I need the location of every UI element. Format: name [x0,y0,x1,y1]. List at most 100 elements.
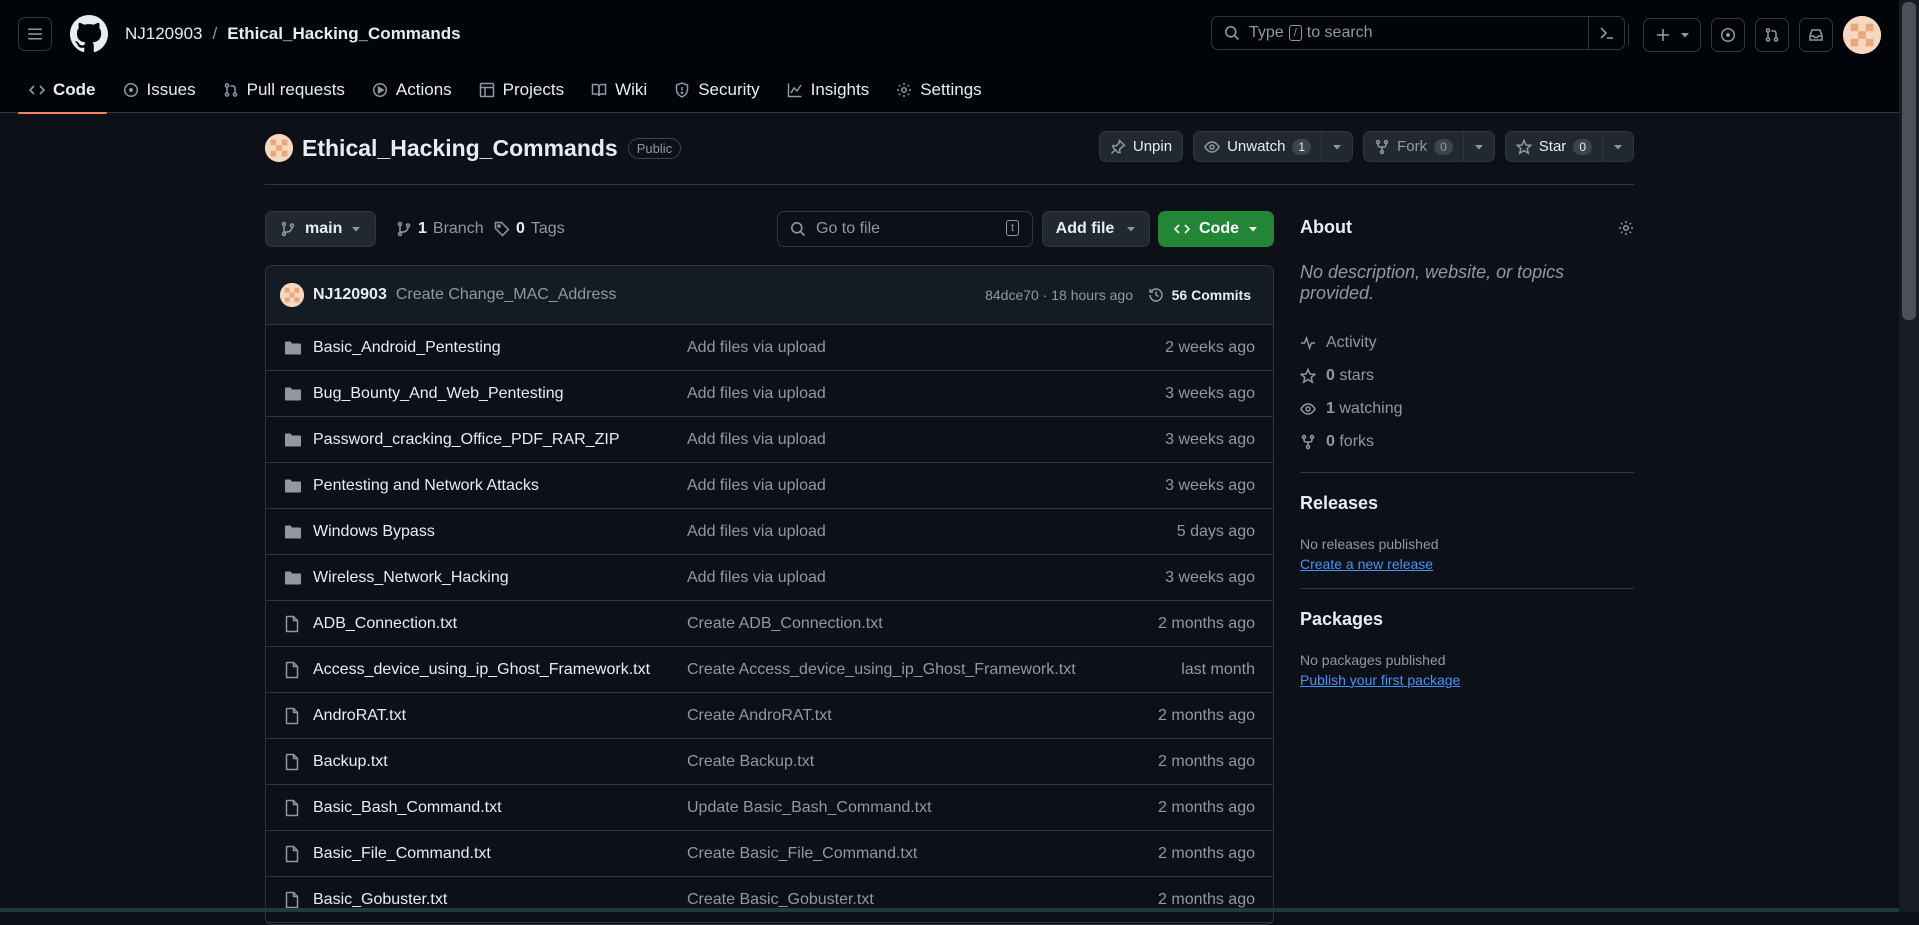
github-logo-icon[interactable] [70,15,108,53]
tab-settings[interactable]: Settings [885,66,992,113]
file-name-link[interactable]: Pentesting and Network Attacks [313,477,539,495]
branch-selector[interactable]: main [265,211,376,247]
file-commit-link[interactable]: Create Basic_Gobuster.txt [687,891,874,909]
tab-wiki[interactable]: Wiki [580,66,658,113]
tab-projects[interactable]: Projects [468,66,575,113]
publish-package-link[interactable]: Publish your first package [1300,672,1460,688]
table-row[interactable]: AndroRAT.txt Create AndroRAT.txt 2 months … [266,693,1273,739]
eye-icon [1300,401,1316,417]
commit-message-link[interactable]: Create Change_MAC_Address [396,286,617,304]
tab-issues[interactable]: Issues [112,66,207,113]
file-updated-time: 2 months ago [1158,845,1255,863]
table-row[interactable]: ADB_Connection.txt Create ADB_Connection.… [266,601,1273,647]
global-search-input[interactable]: Type / to search [1211,16,1625,50]
forks-link[interactable]: 0 forks [1300,425,1634,458]
file-commit-link[interactable]: Create AndroRAT.txt [687,707,832,725]
menu-button[interactable] [18,17,52,51]
star-dropdown-button[interactable] [1603,131,1634,162]
file-name-link[interactable]: Basic_Gobuster.txt [313,891,447,909]
stars-link[interactable]: 0 stars [1300,359,1634,392]
unpin-button[interactable]: Unpin [1099,131,1183,162]
table-row[interactable]: Basic_Gobuster.txt Create Basic_Gobuster.… [266,877,1273,923]
add-file-button[interactable]: Add file [1042,211,1150,247]
file-commit-link[interactable]: Add files via upload [687,385,826,403]
pull-request-icon [1764,27,1780,43]
issues-button[interactable] [1711,18,1745,52]
code-button[interactable]: Code [1158,211,1274,247]
scrollbar-thumb[interactable] [1902,2,1916,320]
file-commit-link[interactable]: Add files via upload [687,523,826,541]
file-name-link[interactable]: ADB_Connection.txt [313,615,457,633]
file-commit-link[interactable]: Add files via upload [687,477,826,495]
hamburger-icon [27,26,43,42]
tab-code[interactable]: Code [18,66,107,113]
owner-avatar[interactable] [265,134,293,162]
file-commit-link[interactable]: Create ADB_Connection.txt [687,615,883,633]
file-name-link[interactable]: Basic_Bash_Command.txt [313,799,502,817]
file-name-link[interactable]: Bug_Bounty_And_Web_Pentesting [313,385,564,403]
branch-count: 1 [418,220,427,238]
tab-insights[interactable]: Insights [776,66,881,113]
table-row[interactable]: Basic_Bash_Command.txt Update Basic_Bash_… [266,785,1273,831]
eye-icon [1204,139,1220,155]
gear-icon[interactable] [1618,220,1634,236]
triangle-down-icon [1474,142,1484,152]
table-row[interactable]: Password_cracking_Office_PDF_RAR_ZIP Add … [266,417,1273,463]
fork-dropdown-button[interactable] [1464,131,1495,162]
table-row[interactable]: Wireless_Network_Hacking Add files via up… [266,555,1273,601]
pull-requests-button[interactable] [1755,18,1789,52]
branches-link[interactable]: 1 Branch [396,211,484,247]
page-scrollbar[interactable] [1899,0,1919,912]
table-row[interactable]: Basic_File_Command.txt Create Basic_File_… [266,831,1273,877]
file-name-link[interactable]: Windows Bypass [313,523,435,541]
packages-title[interactable]: Packages [1300,609,1634,630]
tab-pull-requests[interactable]: Pull requests [212,66,356,113]
star-button[interactable]: Star 0 [1505,131,1603,162]
table-row[interactable]: Windows BypassAdd files via upload5 days… [266,509,1273,555]
activity-link[interactable]: Activity [1300,326,1634,359]
repo-name-link[interactable]: Ethical_Hacking_Commands [302,135,618,162]
file-commit-link[interactable]: Add files via upload [687,339,826,357]
file-commit-link[interactable]: Update Basic_Bash_Command.txt [687,799,932,817]
file-name-link[interactable]: Basic_File_Command.txt [313,845,491,863]
breadcrumb-repo-link[interactable]: Ethical_Hacking_Commands [227,24,460,44]
commit-hash-time[interactable]: 84dce70 · 18 hours ago [985,287,1133,303]
inbox-button[interactable] [1799,18,1833,52]
watchers-link[interactable]: 1 watching [1300,392,1634,425]
breadcrumb-owner-link[interactable]: NJ120903 [125,24,203,44]
table-row[interactable]: Backup.txtCreate Backup.txt2 months ago [266,739,1273,785]
releases-title[interactable]: Releases [1300,493,1634,514]
file-updated-time: 2 months ago [1158,707,1255,725]
file-commit-link[interactable]: Create Backup.txt [687,753,814,771]
user-avatar[interactable] [1843,16,1881,54]
unwatch-button[interactable]: Unwatch 1 [1193,131,1322,162]
fork-button[interactable]: Fork 0 [1363,131,1464,162]
file-commit-link[interactable]: Add files via upload [687,569,826,587]
commit-author-link[interactable]: NJ120903 [313,286,387,304]
create-release-link[interactable]: Create a new release [1300,556,1433,572]
file-name-link[interactable]: Access_device_using_ip_Ghost_Framework.t… [313,661,650,679]
file-name-link[interactable]: Backup.txt [313,753,388,771]
table-row[interactable]: Basic_Android_Pentesting Add files via up… [266,325,1273,371]
file-commit-link[interactable]: Create Basic_File_Command.txt [687,845,917,863]
go-to-file-input[interactable]: Go to file t [777,211,1033,247]
command-palette-button[interactable] [1588,17,1624,49]
table-row[interactable]: Bug_Bounty_And_Web_Pentesting Add files v… [266,371,1273,417]
tab-actions[interactable]: Actions [361,66,463,113]
commits-link[interactable]: 56 Commits [1148,287,1251,303]
tags-link[interactable]: 0 Tags [494,211,565,247]
file-commit-link[interactable]: Add files via upload [687,431,826,449]
tab-security[interactable]: Security [663,66,770,113]
triangle-down-icon [1613,142,1623,152]
about-title: About [1300,217,1352,238]
file-commit-link[interactable]: Create Access_device_using_ip_Ghost_Fram… [687,661,1076,679]
create-new-button[interactable] [1643,18,1701,52]
watch-dropdown-button[interactable] [1322,131,1353,162]
table-row[interactable]: Pentesting and Network Attacks Add files … [266,463,1273,509]
file-name-link[interactable]: Basic_Android_Pentesting [313,339,501,357]
commit-author-avatar[interactable] [280,283,304,307]
file-name-link[interactable]: AndroRAT.txt [313,707,406,725]
table-row[interactable]: Access_device_using_ip_Ghost_Framework.t… [266,647,1273,693]
file-name-link[interactable]: Wireless_Network_Hacking [313,569,509,587]
file-name-link[interactable]: Password_cracking_Office_PDF_RAR_ZIP [313,431,620,449]
